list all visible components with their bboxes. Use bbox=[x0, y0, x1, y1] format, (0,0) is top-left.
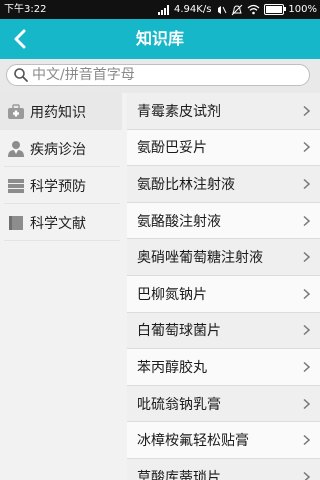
list-item-label: 草酸库蒂琐片 bbox=[137, 469, 221, 480]
list-item[interactable]: 氨酚比林注射液 bbox=[127, 166, 320, 203]
category-item-prevention[interactable]: 科学预防 bbox=[0, 167, 122, 204]
mute-icon bbox=[218, 5, 227, 14]
list-item-label: 氨酚巴妥片 bbox=[137, 140, 207, 157]
bell-off-icon bbox=[232, 4, 243, 15]
network-speed: 4.94K/s bbox=[174, 4, 212, 15]
list-item[interactable]: 巴柳氮钠片 bbox=[127, 275, 320, 313]
status-bar: 下午3:22 4.94K/s 100% bbox=[0, 0, 320, 19]
list-item[interactable]: 吡硫翁钠乳膏 bbox=[127, 385, 320, 423]
search-input[interactable] bbox=[29, 67, 292, 83]
app-header: 知识库 bbox=[0, 19, 320, 59]
page-title: 知识库 bbox=[135, 29, 184, 48]
category-item-medicine[interactable]: 用药知识 bbox=[0, 93, 122, 130]
list-item[interactable]: 奥硝唑葡萄糖注射液 bbox=[127, 239, 320, 276]
chevron-right-icon bbox=[303, 361, 310, 373]
stack-icon bbox=[6, 177, 26, 195]
search-icon bbox=[14, 68, 28, 82]
list-item-label: 巴柳氮钠片 bbox=[137, 286, 207, 303]
battery-percent: 100% bbox=[288, 4, 317, 15]
chevron-right-icon bbox=[303, 252, 310, 263]
doctor-icon bbox=[6, 140, 26, 158]
category-label: 科学文献 bbox=[30, 215, 86, 232]
list-item[interactable]: 青霉素皮试剂 bbox=[127, 93, 320, 130]
list-item-label: 冰樟桉氟轻松贴膏 bbox=[137, 433, 249, 450]
search-bar bbox=[0, 59, 320, 93]
list-item[interactable]: 草酸库蒂琐片 bbox=[127, 458, 320, 480]
battery-icon bbox=[264, 4, 287, 15]
chevron-right-icon bbox=[303, 178, 310, 190]
list-item-label: 氨酪酸注射液 bbox=[137, 213, 221, 230]
medicine-kit-icon bbox=[6, 103, 26, 121]
category-label: 科学预防 bbox=[30, 178, 86, 195]
chevron-right-icon bbox=[303, 142, 310, 153]
divider bbox=[4, 240, 120, 241]
category-sidebar: 用药知识 疾病诊治 科学预防 科学文献 bbox=[0, 93, 122, 480]
list-item[interactable]: 氨酪酸注射液 bbox=[127, 202, 320, 240]
chevron-right-icon bbox=[303, 398, 310, 409]
category-label: 疾病诊治 bbox=[30, 141, 86, 158]
list-item-label: 苯丙醇胶丸 bbox=[137, 359, 207, 376]
chevron-right-icon bbox=[303, 435, 310, 446]
category-item-literature[interactable]: 科学文献 bbox=[0, 204, 122, 241]
chevron-right-icon bbox=[303, 288, 310, 299]
chevron-right-icon bbox=[303, 105, 310, 116]
category-item-disease[interactable]: 疾病诊治 bbox=[0, 130, 122, 167]
search-box[interactable] bbox=[6, 64, 310, 86]
category-label: 用药知识 bbox=[30, 104, 86, 121]
drug-list: 青霉素皮试剂 氨酚巴妥片 氨酚比林注射液 氨酪酸注射液 奥硝唑葡萄糖注射液 巴柳… bbox=[127, 93, 320, 480]
list-item[interactable]: 白葡萄球菌片 bbox=[127, 312, 320, 350]
wifi-icon bbox=[247, 4, 260, 15]
book-icon bbox=[6, 214, 26, 232]
status-time: 下午3:22 bbox=[4, 4, 47, 15]
chevron-right-icon bbox=[303, 215, 310, 226]
list-item-label: 氨酚比林注射液 bbox=[137, 176, 235, 193]
list-item-label: 奥硝唑葡萄糖注射液 bbox=[137, 250, 263, 267]
list-item-label: 白葡萄球菌片 bbox=[137, 323, 221, 340]
list-item[interactable]: 苯丙醇胶丸 bbox=[127, 349, 320, 386]
list-item-label: 吡硫翁钠乳膏 bbox=[137, 396, 221, 413]
chevron-right-icon bbox=[303, 471, 310, 480]
list-item[interactable]: 冰樟桉氟轻松贴膏 bbox=[127, 422, 320, 459]
list-item-label: 青霉素皮试剂 bbox=[137, 103, 221, 120]
chevron-right-icon bbox=[303, 325, 310, 336]
list-item[interactable]: 氨酚巴妥片 bbox=[127, 129, 320, 167]
signal-icon bbox=[158, 4, 170, 15]
